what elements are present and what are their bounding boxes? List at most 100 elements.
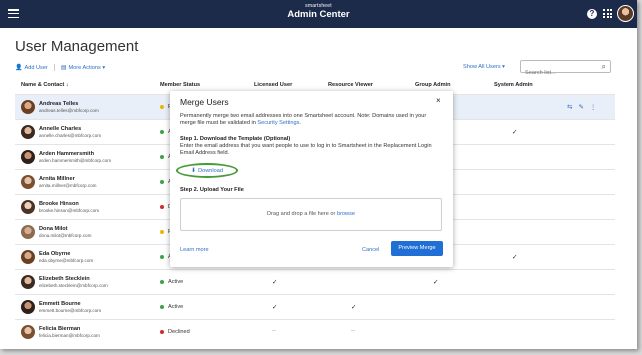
avatar xyxy=(21,275,35,289)
avatar xyxy=(21,225,35,239)
licensed-user-check: ✓ xyxy=(272,279,278,286)
member-status: Active xyxy=(160,304,183,310)
user-name: Arden Hammersmith xyxy=(39,151,95,157)
top-bar: smartsheet Admin Center ? xyxy=(0,0,637,28)
step1-description: Enter the email address that you want pe… xyxy=(180,143,432,157)
browse-link[interactable]: browse xyxy=(337,211,355,217)
status-text: Active xyxy=(168,304,184,310)
dialog-intro: Permanently merge two email addresses in… xyxy=(180,113,442,127)
status-dot xyxy=(160,330,164,334)
member-status: Active xyxy=(160,279,183,285)
page-title: User Management xyxy=(15,38,139,55)
cancel-button[interactable]: Cancel xyxy=(362,247,379,253)
intro-text: Permanently merge two email addresses in… xyxy=(180,113,427,127)
avatar xyxy=(21,325,35,339)
user-email: elizebeth.stecklein@mbfcorp.com xyxy=(39,283,108,288)
table-row[interactable]: Emmett Bourne emmett.bourne@mbfcorp.com … xyxy=(15,294,615,319)
more-actions-button[interactable]: ▤ More Actions ▾ xyxy=(60,64,105,72)
search-icon[interactable]: ⌕ xyxy=(602,62,606,72)
user-name: Elizebeth Stecklein xyxy=(39,276,90,282)
status-dot xyxy=(160,305,164,309)
more-options-icon[interactable]: ⋮ xyxy=(590,103,597,111)
avatar xyxy=(21,200,35,214)
toolbar-divider xyxy=(53,64,55,71)
user-name: Brooke Hinson xyxy=(39,201,79,207)
system-admin-check: ✓ xyxy=(512,129,518,136)
more-actions-icon: ▤ xyxy=(60,65,67,71)
licensed-user-check: ✓ xyxy=(272,304,278,311)
learn-more-link[interactable]: Learn more xyxy=(180,247,209,253)
avatar xyxy=(21,125,35,139)
brand: smartsheet Admin Center xyxy=(0,3,637,21)
intro-end: . xyxy=(299,120,301,127)
search-input[interactable] xyxy=(521,67,597,79)
preview-merge-button[interactable]: Preview Merge xyxy=(391,241,443,256)
user-name: Felicia Bierman xyxy=(39,326,81,332)
apps-grid-icon[interactable] xyxy=(603,9,612,18)
member-status: Declined xyxy=(160,329,190,335)
header-name-contact[interactable]: Name & Contact ↓ xyxy=(21,82,69,88)
user-email: arnita.millner@mbfcorp.com xyxy=(39,183,97,188)
user-email: emmett.bourne@mbfcorp.com xyxy=(39,308,102,313)
user-email: felicia.bierman@mbfcorp.com xyxy=(39,333,100,338)
table-row[interactable]: Elizebeth Stecklein elizebeth.stecklein@… xyxy=(15,269,615,294)
avatar xyxy=(21,150,35,164)
step2-heading: Step 2. Upload Your File xyxy=(180,187,244,193)
user-name: Emmett Bourne xyxy=(39,301,81,307)
status-dot xyxy=(160,130,164,134)
header-licensed-user[interactable]: Licensed User xyxy=(254,82,292,88)
user-email: arden.hammersmith@mbfcorp.com xyxy=(39,158,112,163)
user-email: dona.milot@mbfcorp.com xyxy=(39,233,92,238)
edit-icon[interactable]: ✎ xyxy=(578,103,583,111)
user-name: Annelle Charles xyxy=(39,126,82,132)
table-row[interactable]: Felicia Bierman felicia.bierman@mbfcorp.… xyxy=(15,319,615,344)
search-box: ⌕ xyxy=(520,60,611,79)
avatar xyxy=(21,250,35,264)
help-icon[interactable]: ? xyxy=(587,9,597,19)
avatar xyxy=(21,100,35,114)
step1-heading: Step 1. Download the Template (Optional) xyxy=(180,136,291,142)
avatar xyxy=(21,300,35,314)
security-settings-link[interactable]: Security Settings xyxy=(257,120,299,126)
status-dot xyxy=(160,280,164,284)
status-dot xyxy=(160,180,164,184)
download-icon: ⬇ xyxy=(191,168,197,174)
user-name: Andreas Telles xyxy=(39,101,79,107)
group-admin-check: ✓ xyxy=(433,279,439,286)
header-resource-viewer[interactable]: Resource Viewer xyxy=(328,82,373,88)
status-text: Active xyxy=(168,279,184,285)
app-window: smartsheet Admin Center ? User Managemen… xyxy=(0,0,637,349)
status-dot xyxy=(160,205,164,209)
brand-title: Admin Center xyxy=(287,9,350,20)
merge-users-dialog: Merge Users × Permanently merge two emai… xyxy=(170,91,453,267)
avatar xyxy=(21,175,35,189)
user-name: Dona Milot xyxy=(39,226,68,232)
licensed-user-empty: -- xyxy=(272,328,276,334)
user-avatar[interactable] xyxy=(617,5,634,22)
resource-viewer-check: ✓ xyxy=(351,304,357,311)
user-email: andreas.telles@mbfcorp.com xyxy=(39,108,99,113)
add-user-label: Add User xyxy=(24,64,48,71)
status-dot xyxy=(160,105,164,109)
status-dot xyxy=(160,255,164,259)
download-button[interactable]: ⬇ Download xyxy=(176,163,238,178)
user-email: eda.obyrne@mbfcorp.com xyxy=(39,258,94,263)
file-dropzone[interactable]: Drag and drop a file here or browse xyxy=(180,198,442,231)
header-member-status[interactable]: Member Status xyxy=(160,82,200,88)
header-system-admin[interactable]: System Admin xyxy=(494,82,533,88)
dialog-title: Merge Users xyxy=(180,97,229,107)
user-name: Arnita Millner xyxy=(39,176,75,182)
drop-text: Drag and drop a file here or xyxy=(266,211,337,217)
add-user-button[interactable]: 👤 Add User xyxy=(15,64,48,72)
download-label: Download xyxy=(198,167,223,174)
status-dot xyxy=(160,230,164,234)
row-actions: ⇆ ✎ ⋮ xyxy=(567,103,596,111)
header-group-admin[interactable]: Group Admin xyxy=(415,82,451,88)
add-user-icon: 👤 xyxy=(15,65,23,71)
close-icon[interactable]: × xyxy=(436,96,441,105)
show-all-users-dropdown[interactable]: Show All Users ▾ xyxy=(463,64,505,70)
user-name: Eda Obyrne xyxy=(39,251,71,257)
merge-users-icon[interactable]: ⇆ xyxy=(567,103,572,111)
status-dot xyxy=(160,155,164,159)
user-email: annelle.charles@mbfcorp.com xyxy=(39,133,102,138)
